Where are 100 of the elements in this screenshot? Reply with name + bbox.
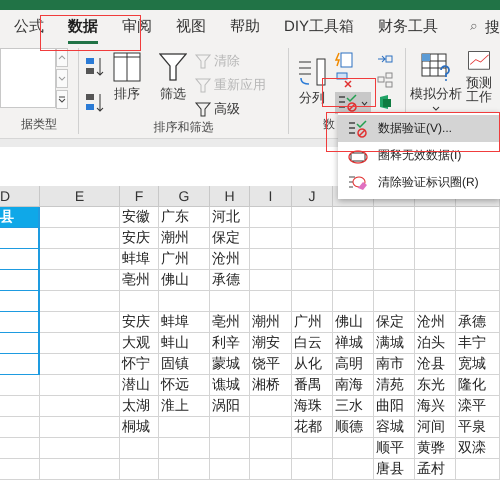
table-cell [456, 291, 500, 312]
filter-button[interactable]: 筛选 [157, 50, 189, 105]
table-cell [415, 270, 456, 291]
table-cell: 怀宁 [120, 354, 159, 375]
what-if-analysis-button[interactable]: 模拟分析 [408, 50, 464, 113]
column-header[interactable]: G [159, 186, 210, 207]
table-cell [456, 228, 500, 249]
table-cell: 白云 [292, 333, 333, 354]
sort-button[interactable]: 排序 [111, 50, 143, 105]
search-label[interactable]: 搜 [485, 18, 500, 36]
column-header[interactable]: J [292, 186, 333, 207]
forecast-sheet-button[interactable]: 预测 工作 [464, 50, 494, 106]
table-cell [210, 438, 250, 459]
funnel-icon [195, 76, 211, 92]
table-cell: 三水 [333, 396, 374, 417]
table-cell: 顺德 [333, 417, 374, 438]
table-cell: 顺平 [374, 438, 415, 459]
table-cell [250, 228, 292, 249]
table-cell: 淮上 [159, 396, 210, 417]
table-cell: 蚌山 [159, 333, 210, 354]
table-cell: 怀远 [159, 375, 210, 396]
menu-item[interactable]: 清除验证标识圈(R) [338, 169, 500, 196]
remove-duplicates-icon[interactable] [335, 72, 353, 88]
ribbon-tab[interactable]: 帮助 [230, 10, 260, 44]
column-header[interactable]: F [120, 186, 159, 207]
table-cell [292, 228, 333, 249]
table-cell: 河北 [210, 207, 250, 228]
table-cell: 沧县 [415, 354, 456, 375]
scroll-up-button[interactable] [56, 48, 68, 67]
table-cell: 唐县 [374, 459, 415, 480]
table-cell: 蚌埠 [120, 249, 159, 270]
table-cell [333, 270, 374, 291]
table-cell [456, 270, 500, 291]
group-label: 据类型 [20, 116, 58, 133]
table-cell [374, 249, 415, 270]
table-cell [250, 396, 292, 417]
table-cell [374, 270, 415, 291]
column-header[interactable]: H [210, 186, 250, 207]
more-button[interactable] [56, 90, 68, 109]
table-cell: 海兴 [415, 396, 456, 417]
table-cell: 孟村 [415, 459, 456, 480]
table-cell: 河间 [415, 417, 456, 438]
table-cell: 丰宁 [456, 333, 500, 354]
table-cell [333, 291, 374, 312]
table-cell: 承德 [210, 270, 250, 291]
flash-fill-icon[interactable] [335, 52, 353, 68]
table-cell: 饶平 [250, 354, 292, 375]
ribbon-tab[interactable]: 视图 [176, 10, 206, 44]
table-cell: 沧州 [210, 249, 250, 270]
column-header[interactable]: E [40, 186, 120, 207]
table-cell [210, 291, 250, 312]
column-header[interactable]: D [0, 186, 40, 207]
table-cell: 花都 [292, 417, 333, 438]
filter-command[interactable]: 高级 [195, 98, 266, 119]
chevron-down-icon [58, 76, 66, 81]
column-header[interactable]: I [250, 186, 292, 207]
table-cell: 双滦 [456, 438, 500, 459]
ribbon-tab[interactable]: DIY工具箱 [284, 10, 354, 44]
table-cell: 广州 [159, 249, 210, 270]
relationships-icon[interactable] [377, 72, 393, 88]
table-cell [250, 207, 292, 228]
table-cell: 清苑 [374, 375, 415, 396]
table-cell: 大观 [120, 333, 159, 354]
table-cell: 涡阳 [210, 396, 250, 417]
table-cell: 潮州 [159, 228, 210, 249]
table-cell [250, 270, 292, 291]
table-cell [159, 459, 210, 480]
table-cell: 海珠 [292, 396, 333, 417]
table-cell [292, 459, 333, 480]
table-cell: 平泉 [456, 417, 500, 438]
eraser-icon [348, 174, 368, 192]
table-cell: 满城 [374, 333, 415, 354]
sort-ascending-icon[interactable] [85, 56, 105, 78]
table-cell: 谯城 [210, 375, 250, 396]
table-cell: 广州 [292, 312, 333, 333]
group-label: 排序和筛选 [152, 119, 214, 136]
table-cell [374, 228, 415, 249]
ribbon-tab[interactable]: 财务工具 [378, 10, 438, 44]
table-cell [333, 228, 374, 249]
table-cell: 番禺 [292, 375, 333, 396]
sort-descending-icon[interactable] [85, 92, 105, 114]
table-cell: 保定 [210, 228, 250, 249]
table-cell: 湘桥 [250, 375, 292, 396]
funnel-icon [195, 52, 211, 68]
menu-item[interactable]: 数据验证(V)... [338, 115, 500, 142]
table-cell: 县 [0, 207, 40, 228]
validation-icon [348, 120, 368, 138]
table-cell: 佛山 [333, 312, 374, 333]
table-cell [292, 291, 333, 312]
table-cell: 安庆 [120, 312, 159, 333]
data-model-icon[interactable] [377, 94, 393, 110]
table-cell [250, 459, 292, 480]
table-cell [456, 249, 500, 270]
table-cell: 高明 [333, 354, 374, 375]
funnel-icon [195, 100, 211, 116]
table-cell: 亳州 [120, 270, 159, 291]
table-cell [415, 249, 456, 270]
more-icon [58, 96, 66, 103]
table-cell [120, 291, 159, 312]
table-cell: 安庆 [120, 228, 159, 249]
